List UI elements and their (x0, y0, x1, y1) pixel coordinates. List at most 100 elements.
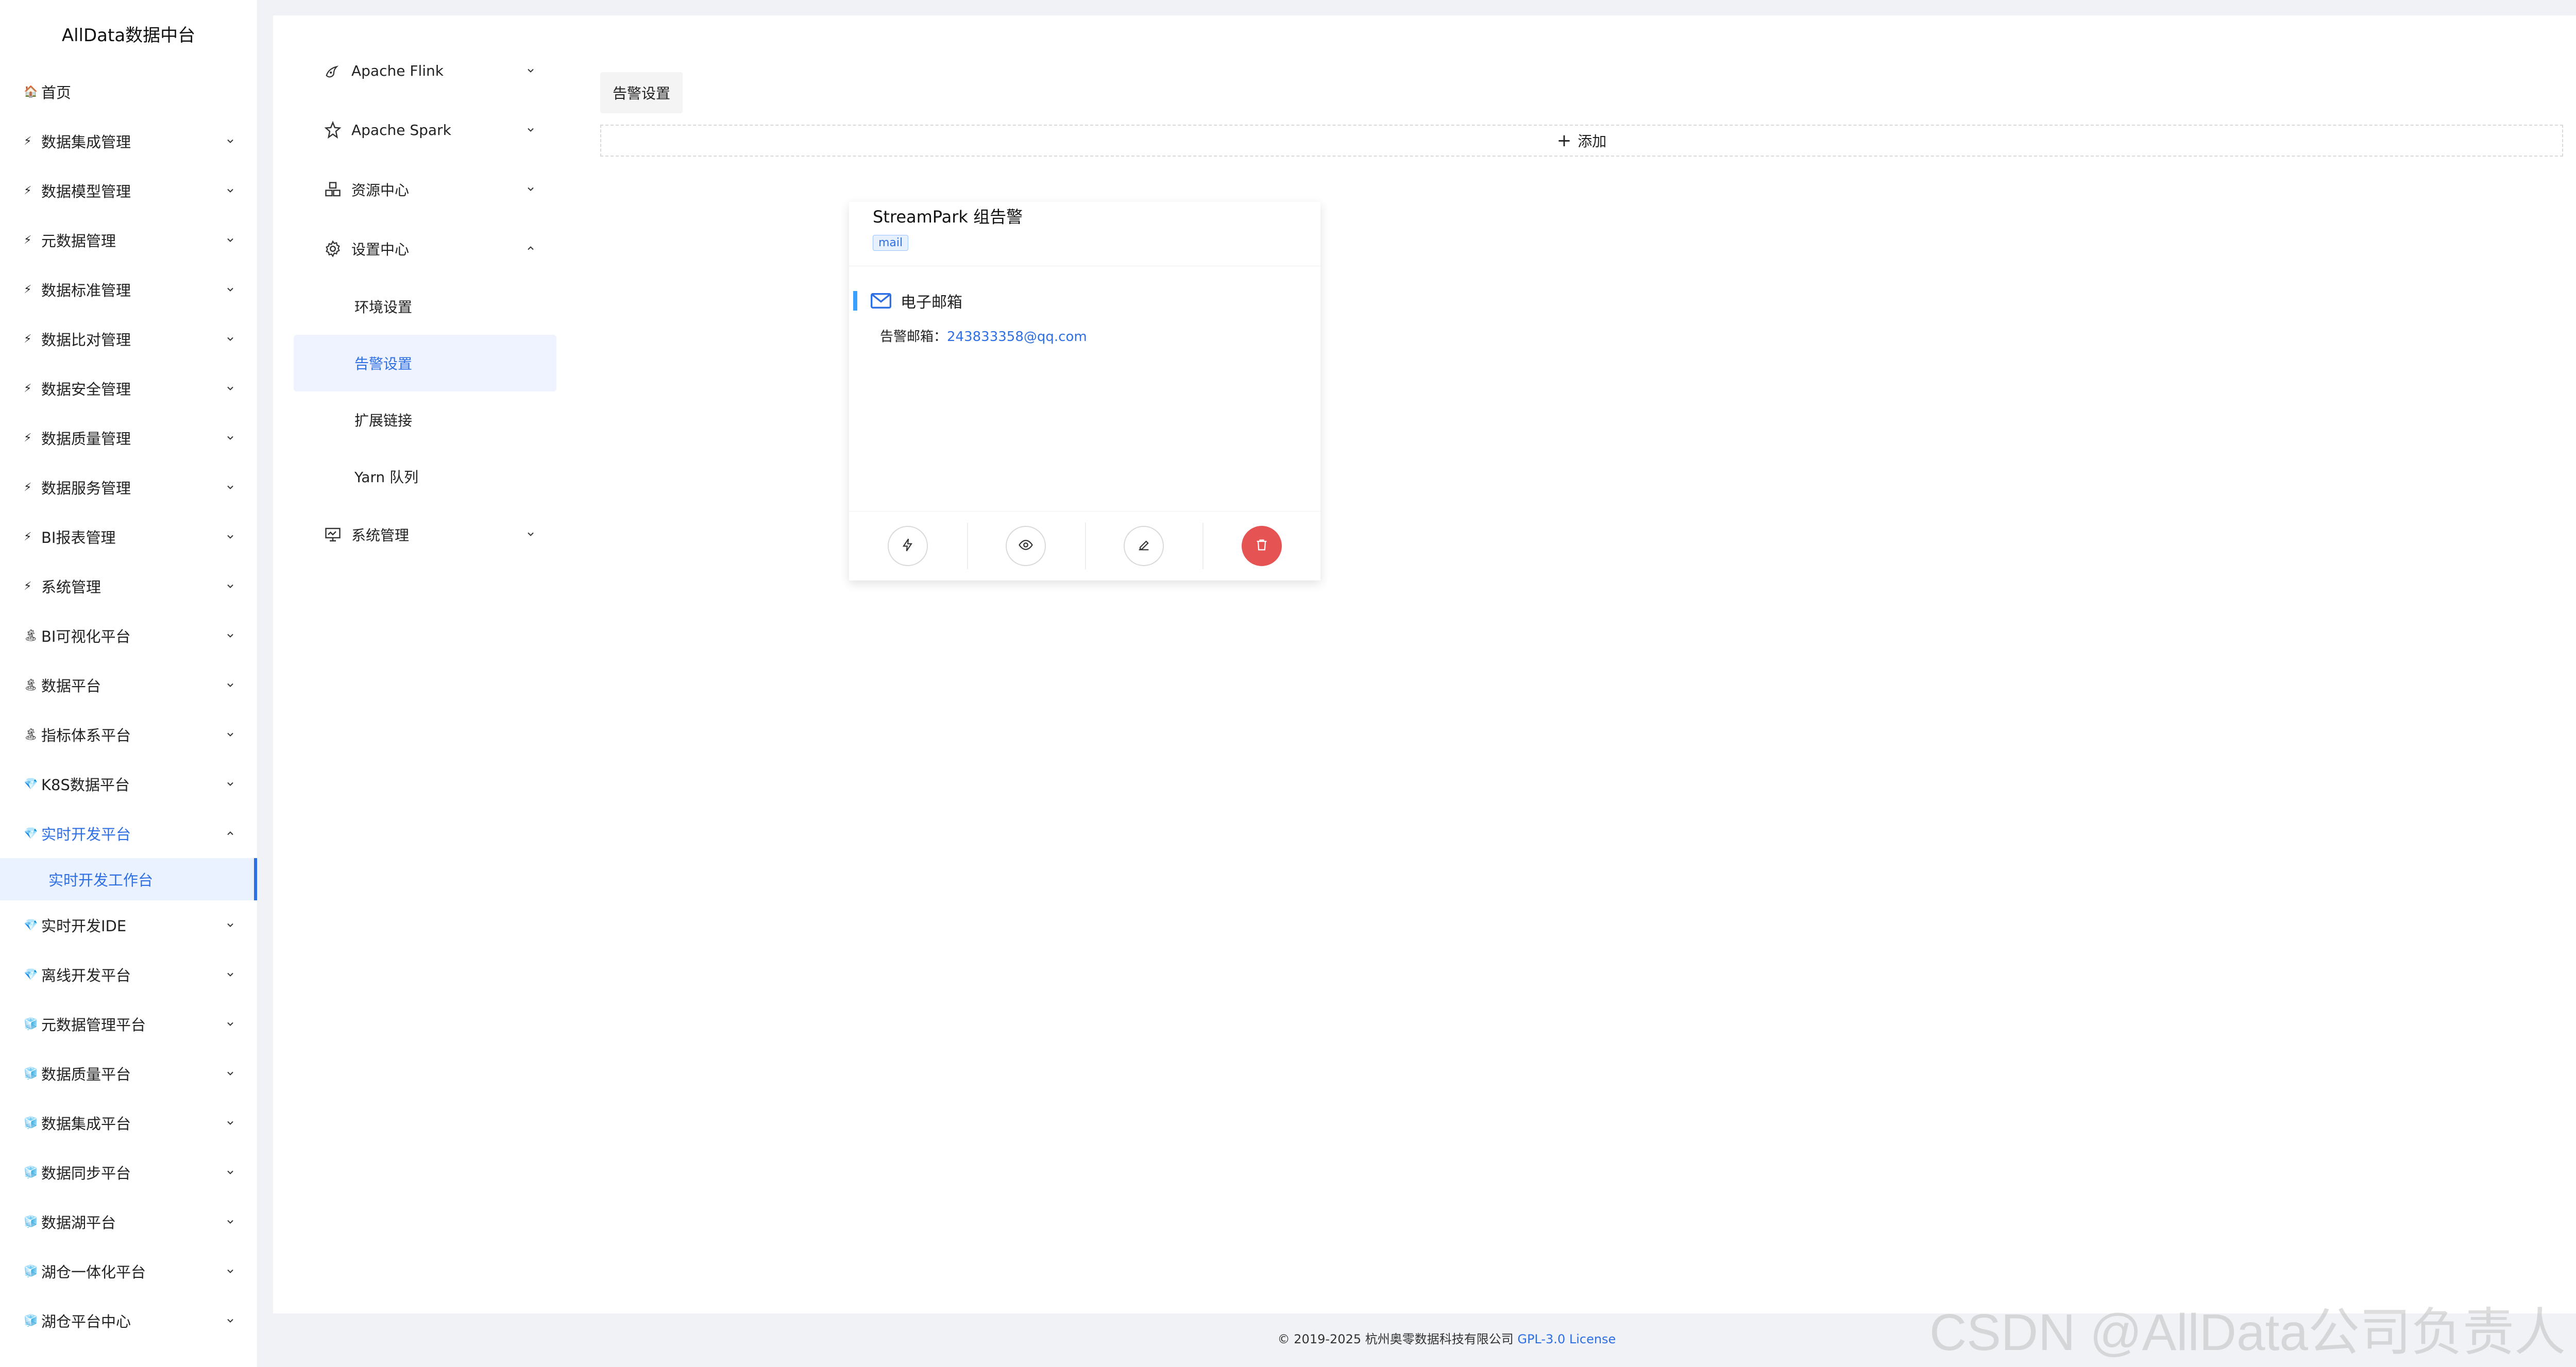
sidebar-item-label: 首页 (41, 84, 72, 101)
view-button[interactable] (1006, 526, 1046, 566)
menu-apache-flink[interactable]: Apache Flink (294, 41, 556, 100)
sidebar-item[interactable]: 🧊 数据同步平台 (0, 1148, 257, 1197)
sidebar-item[interactable]: 🧊 数据湖平台 (0, 1197, 257, 1246)
sidebar-item-label: 数据标准管理 (41, 282, 131, 299)
sidebar-item-label: 离线开发平台 (41, 967, 131, 984)
sidebar-item[interactable]: 🧊 数据质量平台 (0, 1049, 257, 1098)
sidebar-item[interactable]: 💎 实时开发IDE (0, 900, 257, 950)
sidebar-item-label: K8S数据平台 (41, 776, 130, 794)
menu-icon: 🏠 (24, 85, 38, 98)
chevron-down-icon (224, 1166, 236, 1178)
sidebar-item-label: 数据湖平台 (41, 1214, 116, 1232)
menu-settings-center[interactable]: 设置中心 (294, 219, 556, 278)
menu-label: 系统管理 (351, 526, 410, 544)
chevron-down-icon (224, 679, 236, 691)
action-slot (1084, 523, 1203, 569)
sidebar-item-label: 元数据管理 (41, 232, 116, 250)
sidebar-item[interactable]: 💎 K8S数据平台 (0, 759, 257, 809)
menu-alert-settings[interactable]: 告警设置 (294, 335, 556, 391)
chevron-down-icon (526, 122, 536, 139)
chevron-down-icon (224, 629, 236, 642)
menu-apache-spark[interactable]: Apache Spark (294, 100, 556, 160)
menu-icon: ⚡ (24, 332, 32, 346)
card-title: StreamPark 组告警 (873, 207, 1023, 227)
sidebar-item[interactable]: ⚡ 数据模型管理 (0, 166, 257, 215)
chevron-down-icon (224, 1067, 236, 1080)
menu-icon: 💎 (24, 827, 38, 840)
page-tab[interactable]: 告警设置 (600, 72, 683, 113)
menu-resource-center[interactable]: 资源中心 (294, 160, 556, 219)
chevron-down-icon (224, 333, 236, 345)
sidebar-item-label: 湖仓平台中心 (41, 1313, 131, 1330)
sidebar-item[interactable]: ⚡ BI报表管理 (0, 512, 257, 561)
alert-panel: 告警设置 + 添加 (600, 72, 2563, 157)
sidebar-item[interactable]: 🧊 数据集成平台 (0, 1098, 257, 1148)
chevron-down-icon (224, 184, 236, 197)
test-button[interactable] (888, 526, 928, 566)
chevron-down-icon (224, 1314, 236, 1327)
sidebar-item[interactable]: 💎 实时开发平台 (0, 809, 257, 858)
sidebar-item-label: 数据安全管理 (41, 381, 131, 398)
delete-button[interactable] (1241, 526, 1282, 566)
sidebar-nav: 🏠 首页 ⚡ 数据集成管理 ⚡ 数据模型管理 ⚡ 元数据管理 ⚡ 数据标准管理 ⚡ 数据比对管理 ⚡ 数据… (0, 67, 257, 1345)
sidebar-item[interactable]: 🏝 BI可视化平台 (0, 611, 257, 660)
sidebar-item[interactable]: ⚡ 元数据管理 (0, 215, 257, 265)
menu-icon: 🏝 (24, 678, 38, 692)
chevron-down-icon (224, 1265, 236, 1277)
sidebar-subitem-active[interactable]: 实时开发工作台 (0, 858, 257, 900)
menu-icon: 🧊 (24, 1314, 38, 1327)
chevron-down-icon (526, 181, 536, 198)
sidebar-item[interactable]: ⚡ 数据服务管理 (0, 463, 257, 512)
chevron-down-icon (224, 382, 236, 395)
add-alert-button[interactable]: + 添加 (600, 125, 2563, 157)
sidebar-item-label: 数据集成管理 (41, 133, 131, 151)
chevron-up-icon (526, 240, 536, 257)
sidebar-item[interactable]: 🏝 数据平台 (0, 660, 257, 710)
trash-icon (1255, 538, 1269, 554)
chevron-down-icon (224, 481, 236, 493)
menu-icon: 🏝 (24, 629, 38, 642)
plus-icon: + (1556, 130, 1572, 151)
sidebar-item-label: 数据模型管理 (41, 183, 131, 200)
chevron-down-icon (224, 234, 236, 246)
menu-yarn-queue[interactable]: Yarn 队列 (294, 448, 556, 505)
alert-type-row: 电子邮箱 (853, 291, 1320, 312)
menu-icon: ⚡ (24, 530, 32, 543)
menu-icon: ⚡ (24, 579, 32, 593)
sidebar-item[interactable]: ⚡ 系统管理 (0, 561, 257, 611)
alert-type-tag: mail (873, 235, 909, 251)
email-value: 243833358@qq.com (947, 329, 1087, 345)
sidebar-item[interactable]: 💎 离线开发平台 (0, 950, 257, 999)
sidebar-item[interactable]: 🏝 指标体系平台 (0, 710, 257, 759)
chevron-down-icon (224, 531, 236, 543)
edit-button[interactable] (1123, 526, 1164, 566)
sidebar-item[interactable]: 🧊 湖仓平台中心 (0, 1296, 257, 1345)
global-sidebar: AllData数据中台 🏠 首页 ⚡ 数据集成管理 ⚡ 数据模型管理 ⚡ 元数据管理 ⚡ 数据标准… (0, 0, 258, 1367)
sidebar-item[interactable]: ⚡ 数据质量管理 (0, 413, 257, 463)
sidebar-item[interactable]: 🧊 湖仓一体化平台 (0, 1246, 257, 1296)
sidebar-item[interactable]: 🧊 元数据管理平台 (0, 999, 257, 1049)
alert-email-row: 告警邮箱：243833358@qq.com (853, 326, 1320, 345)
menu-icon: 🧊 (24, 1215, 38, 1228)
sidebar-item-label: BI报表管理 (41, 529, 116, 546)
sidebar-item-label: 系统管理 (41, 578, 101, 596)
menu-system-management[interactable]: 系统管理 (294, 505, 556, 564)
chevron-down-icon (224, 1216, 236, 1228)
sidebar-item[interactable]: ⚡ 数据集成管理 (0, 116, 257, 166)
chevron-down-icon (224, 1117, 236, 1129)
sidebar-item[interactable]: 🏠 首页 (0, 67, 257, 116)
secondary-menu: Apache Flink Apache Spark 资源中心 设置中心 环境设置… (294, 41, 556, 564)
card-actions (849, 511, 1320, 580)
sidebar-item[interactable]: ⚡ 数据比对管理 (0, 314, 257, 364)
sidebar-item[interactable]: ⚡ 数据安全管理 (0, 364, 257, 413)
menu-icon: 🧊 (24, 1067, 38, 1080)
menu-icon: 🧊 (24, 1116, 38, 1130)
chevron-down-icon (526, 526, 536, 543)
add-label: 添加 (1578, 133, 1607, 150)
menu-env-settings[interactable]: 环境设置 (294, 278, 556, 335)
menu-extension-links[interactable]: 扩展链接 (294, 391, 556, 448)
license-link[interactable]: GPL-3.0 License (1517, 1332, 1616, 1346)
sidebar-item[interactable]: ⚡ 数据标准管理 (0, 265, 257, 314)
chevron-down-icon (224, 283, 236, 296)
main-content: Apache Flink Apache Spark 资源中心 设置中心 环境设置… (273, 15, 2576, 1313)
